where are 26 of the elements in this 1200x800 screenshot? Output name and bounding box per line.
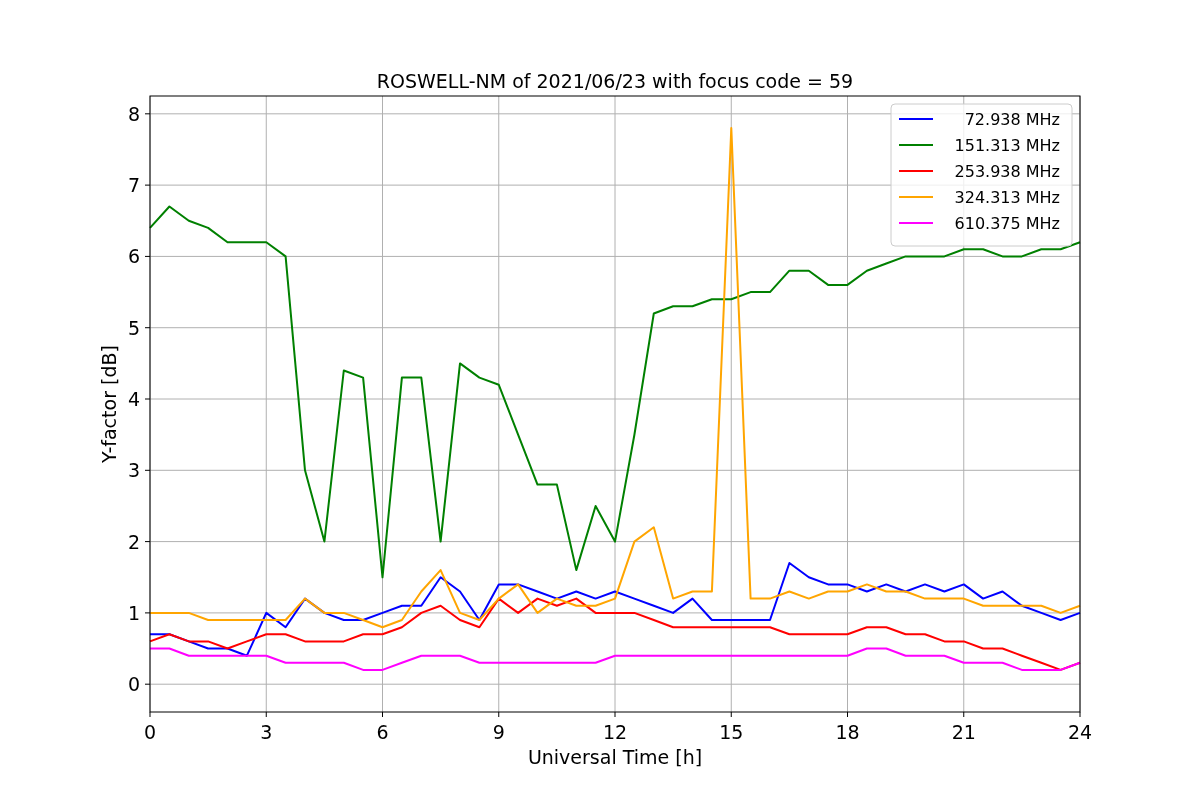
y-tick-label: 5 (127, 316, 140, 339)
x-tick-label: 15 (719, 721, 744, 743)
y-tick-label: 8 (127, 102, 140, 125)
y-axis-label: Y-factor [dB] (98, 345, 120, 463)
x-tick-label: 18 (835, 721, 860, 743)
y-tick-label: 1 (127, 601, 140, 624)
x-tick-label: 12 (602, 721, 628, 743)
legend-label: 610.375 MHz (954, 214, 1060, 233)
legend-label: 324.313 MHz (954, 188, 1060, 207)
x-tick-label: 6 (376, 721, 389, 743)
legend-label: 151.313 MHz (954, 136, 1060, 155)
x-tick-label: 9 (492, 721, 505, 743)
x-tick-label: 21 (951, 721, 976, 743)
y-tick-label: 0 (127, 673, 140, 696)
x-tick-label: 0 (143, 721, 157, 743)
x-tick-label: 3 (260, 721, 273, 743)
x-tick-label: 24 (1067, 721, 1093, 743)
legend-label: 72.938 MHz (964, 110, 1060, 129)
legend-label: 253.938 MHz (954, 162, 1060, 181)
y-tick-label: 7 (127, 174, 140, 197)
y-tick-label: 2 (127, 530, 140, 553)
y-tick-label: 4 (127, 388, 140, 410)
y-tick-label: 6 (127, 245, 140, 268)
x-axis-label: Universal Time [h] (527, 746, 703, 768)
y-tick-label: 3 (127, 459, 140, 482)
chart-title: ROSWELL-NM of 2021/06/23 with focus code = 59 (376, 70, 854, 92)
